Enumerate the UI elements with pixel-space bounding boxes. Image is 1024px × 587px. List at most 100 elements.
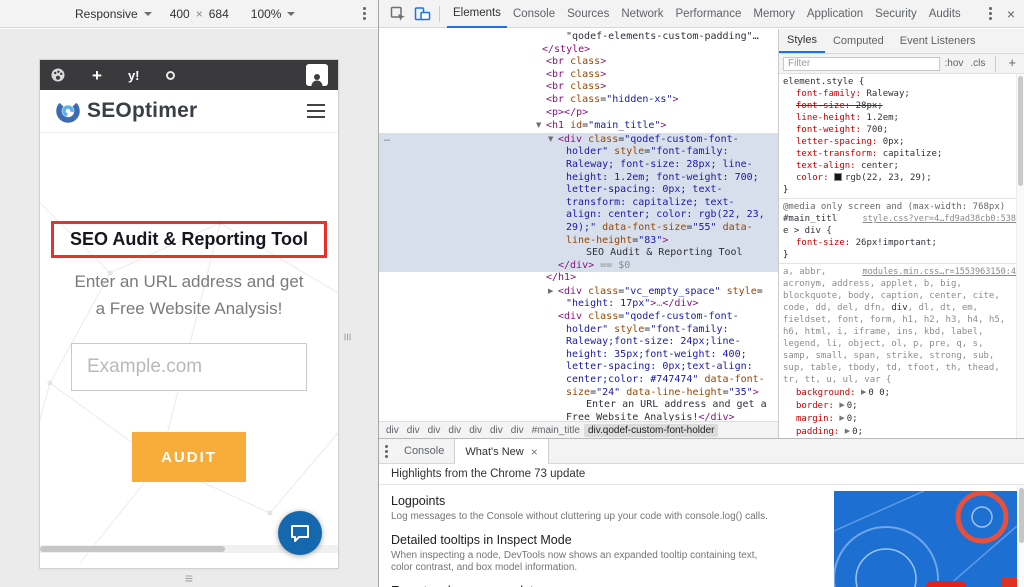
dom-tree-row[interactable]: </h1> bbox=[379, 272, 778, 285]
tab-computed[interactable]: Computed bbox=[825, 29, 892, 53]
dom-tree-row[interactable]: Enter an URL address and get a bbox=[379, 399, 778, 412]
css-property[interactable]: font-weight: 700; bbox=[783, 124, 1016, 136]
device-toolbar-more-button[interactable] bbox=[357, 3, 372, 24]
element-classes-button[interactable]: .cls bbox=[968, 58, 987, 69]
css-property[interactable]: background: ▶0 0; bbox=[783, 386, 1016, 399]
tab-network[interactable]: Network bbox=[615, 0, 669, 28]
dom-tree-row[interactable]: Free Website Analysis!</div> bbox=[379, 412, 778, 421]
tab-sources[interactable]: Sources bbox=[561, 0, 615, 28]
dom-tree-row[interactable]: size="24" data-line-height="35"> bbox=[379, 387, 778, 400]
css-property[interactable]: text-align: center; bbox=[783, 160, 1016, 172]
tab-performance[interactable]: Performance bbox=[670, 0, 748, 28]
pseudo-class-toggle-button[interactable]: :hov bbox=[943, 58, 966, 69]
expand-arrow-icon[interactable]: ▼ bbox=[548, 133, 558, 146]
css-property[interactable]: text-transform: capitalize; bbox=[783, 148, 1016, 160]
breadcrumb-item[interactable]: div bbox=[486, 424, 507, 437]
expand-arrow-icon[interactable]: ▶ bbox=[548, 285, 558, 298]
device-width-input[interactable]: 400 bbox=[170, 7, 190, 21]
device-type-select[interactable]: Responsive bbox=[75, 7, 152, 21]
dom-tree-row[interactable]: align: center; color: rgb(22, 23, bbox=[379, 209, 778, 222]
breadcrumb-item[interactable]: div bbox=[382, 424, 403, 437]
breadcrumb-item[interactable]: #main_title bbox=[528, 424, 584, 437]
tab-event-listeners[interactable]: Event Listeners bbox=[892, 29, 984, 53]
dom-tree-row[interactable]: transform: capitalize; text- bbox=[379, 197, 778, 210]
breadcrumb-item[interactable]: div bbox=[507, 424, 528, 437]
device-resize-handle[interactable]: ≡ bbox=[185, 570, 193, 586]
drawer-scrollbar[interactable] bbox=[1017, 485, 1024, 587]
css-property[interactable]: line-height: 1.2em; bbox=[783, 112, 1016, 124]
devtools-close-button[interactable]: × bbox=[998, 6, 1024, 22]
tab-security[interactable]: Security bbox=[869, 0, 923, 28]
zoom-select[interactable]: 100% bbox=[251, 7, 296, 21]
dom-tree-row[interactable]: holder" style="font-family: bbox=[379, 146, 778, 159]
dom-tree-row[interactable]: …▼<div class="qodef-custom-font- bbox=[379, 133, 778, 147]
url-input[interactable] bbox=[71, 343, 307, 391]
dom-tree-row[interactable]: Raleway;font-size: 24px;line- bbox=[379, 336, 778, 349]
expand-arrow-icon[interactable]: ▶ bbox=[839, 414, 844, 422]
breadcrumb-item[interactable]: div bbox=[444, 424, 465, 437]
scrollbar-thumb[interactable] bbox=[40, 546, 225, 552]
tab-audits[interactable]: Audits bbox=[923, 0, 967, 28]
breadcrumb-item[interactable]: div bbox=[465, 424, 486, 437]
dom-tree-row[interactable]: </style> bbox=[379, 44, 778, 57]
drawer-menu-button[interactable] bbox=[379, 441, 394, 462]
new-style-rule-button[interactable]: + bbox=[1004, 56, 1020, 71]
dom-tree-row[interactable]: Raleway; font-size: 28px; line- bbox=[379, 159, 778, 172]
css-property[interactable]: padding: ▶0; bbox=[783, 425, 1016, 438]
css-property[interactable]: letter-spacing: 0px; bbox=[783, 136, 1016, 148]
close-tab-icon[interactable]: × bbox=[531, 445, 538, 459]
dom-tree-row[interactable]: ▼<h1 id="main_title"> bbox=[379, 119, 778, 133]
styles-filter-input[interactable] bbox=[783, 57, 940, 71]
dom-tree-row[interactable]: letter-spacing: 0px;text-align: bbox=[379, 361, 778, 374]
dom-tree-row[interactable]: line-height="83"> bbox=[379, 235, 778, 248]
dom-tree-row[interactable]: <br class> bbox=[379, 81, 778, 94]
tab-memory[interactable]: Memory bbox=[747, 0, 801, 28]
dom-tree-row[interactable]: <p></p> bbox=[379, 107, 778, 120]
dom-tree-row[interactable]: "qodef-elements-custom-padding"… bbox=[379, 31, 778, 44]
expand-arrow-icon[interactable]: ▶ bbox=[861, 388, 866, 396]
dom-tree-row[interactable]: letter-spacing: 0px; text- bbox=[379, 184, 778, 197]
css-property[interactable]: border: ▶0; bbox=[783, 399, 1016, 412]
dom-tree-row[interactable]: <br class> bbox=[379, 69, 778, 82]
css-property[interactable]: font-family: Raleway; bbox=[783, 88, 1016, 100]
overflow-marker[interactable]: … bbox=[384, 133, 391, 146]
scrollbar-thumb[interactable] bbox=[1018, 76, 1023, 186]
expand-arrow-icon[interactable]: ▶ bbox=[845, 427, 850, 435]
color-swatch[interactable] bbox=[834, 173, 842, 181]
tab-console-drawer[interactable]: Console bbox=[394, 439, 454, 463]
dom-tree-row[interactable]: <div class="qodef-custom-font- bbox=[379, 311, 778, 324]
chat-bubble-button[interactable] bbox=[278, 511, 322, 555]
css-property[interactable]: margin: ▶0; bbox=[783, 412, 1016, 425]
hamburger-menu-button[interactable] bbox=[307, 104, 325, 119]
dom-tree-row[interactable]: center;color: #747474" data-font- bbox=[379, 374, 778, 387]
stylesheet-link[interactable]: style.css?ver=4…fd9ad38cb0:538 bbox=[862, 213, 1016, 225]
breadcrumb-item[interactable]: div bbox=[424, 424, 445, 437]
dom-tree-row[interactable]: <br class="hidden-xs"> bbox=[379, 94, 778, 107]
yahoo-icon[interactable]: y! bbox=[128, 68, 140, 83]
breadcrumb-item[interactable]: div bbox=[403, 424, 424, 437]
expand-arrow-icon[interactable]: ▶ bbox=[839, 401, 844, 409]
video-thumbnail[interactable] bbox=[834, 491, 1017, 587]
dom-tree-row[interactable]: holder" style="font-family: bbox=[379, 324, 778, 337]
tab-console[interactable]: Console bbox=[507, 0, 561, 28]
devtools-more-button[interactable] bbox=[983, 3, 998, 24]
dom-tree-row[interactable]: "height: 17px">…</div> bbox=[379, 298, 778, 311]
dom-tree-row[interactable]: ▶<div class="vc_empty_space" style= bbox=[379, 285, 778, 299]
dot-icon[interactable] bbox=[166, 71, 175, 80]
tab-application[interactable]: Application bbox=[801, 0, 869, 28]
css-property[interactable]: color: rgb(22, 23, 29); bbox=[783, 172, 1016, 184]
expand-arrow-icon[interactable]: ▼ bbox=[536, 119, 546, 132]
breadcrumb-item[interactable]: div.qodef-custom-font-holder bbox=[584, 424, 719, 437]
dom-tree-row[interactable]: <br class> bbox=[379, 56, 778, 69]
dom-tree-row[interactable]: SEO Audit & Reporting Tool bbox=[379, 247, 778, 260]
dom-tree-row[interactable]: height: 1.2em; font-weight: 700; bbox=[379, 172, 778, 185]
inspect-element-button[interactable] bbox=[386, 2, 410, 26]
profile-avatar-icon[interactable] bbox=[306, 64, 328, 86]
play-button-icon[interactable] bbox=[926, 581, 966, 587]
site-logo[interactable]: SEOptimer bbox=[55, 98, 197, 124]
tab-whats-new[interactable]: What's New × bbox=[454, 439, 548, 464]
tab-styles[interactable]: Styles bbox=[779, 29, 825, 53]
scrollbar-thumb[interactable] bbox=[1019, 488, 1024, 543]
device-resize-handle-right[interactable]: ≡ bbox=[340, 333, 356, 341]
dom-tree-row[interactable]: </div> == $0 bbox=[379, 260, 778, 273]
